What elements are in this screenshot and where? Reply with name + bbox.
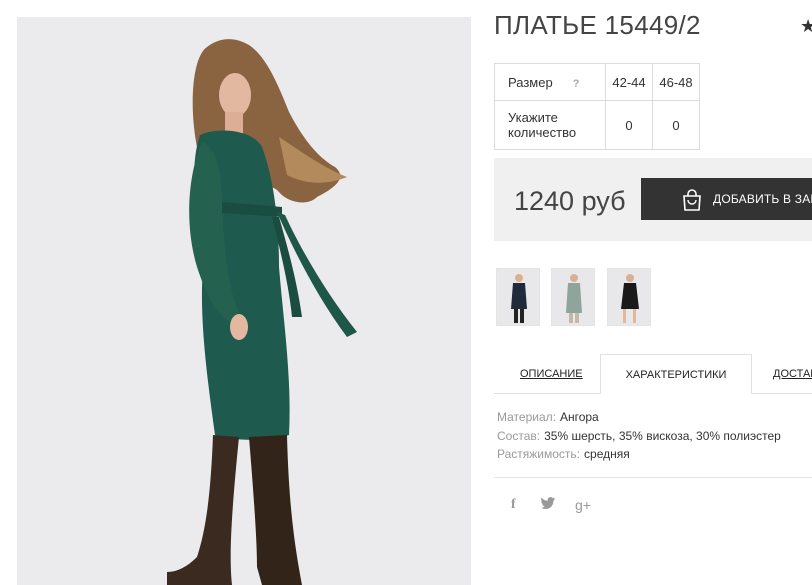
spec-row-material: Материал: Ангора	[497, 408, 781, 427]
size-label-cell: Размер?	[494, 63, 606, 101]
spec-row-stretch: Растяжимость: средняя	[497, 445, 781, 464]
quantity-input-46-48[interactable]: 0	[652, 100, 700, 150]
twitter-icon[interactable]	[541, 497, 555, 512]
product-price: 1240 руб	[514, 186, 626, 216]
facebook-icon[interactable]: f	[511, 497, 516, 513]
quantity-label: Укажите количество	[494, 100, 606, 150]
star-icon[interactable]: ★	[800, 16, 812, 37]
size-label: Размер	[508, 74, 553, 90]
spec-row-composition: Состав: 35% шерсть, 35% вискоза, 30% поли…	[497, 427, 781, 446]
spec-value: 35% шерсть, 35% вискоза, 30% полиэстер	[544, 428, 781, 443]
price-panel: 1240 руб ДОБАВИТЬ В ЗАКА	[494, 158, 812, 241]
add-to-cart-button[interactable]: ДОБАВИТЬ В ЗАКА	[641, 178, 812, 220]
size-quantity-table: Размер? 42-44 46-48 Укажите количество 0…	[494, 63, 700, 150]
model-in-dress-illustration	[167, 39, 357, 585]
spec-value: Ангора	[559, 410, 599, 424]
thumbnail-navy-dress[interactable]	[496, 268, 540, 326]
product-tabs: ОПИСАНИЕ ХАРАКТЕРИСТИКИ ДОСТАВ	[494, 354, 812, 394]
size-42-44: 42-44	[605, 63, 653, 101]
spec-key: Состав:	[497, 428, 541, 443]
size-help-icon[interactable]: ?	[573, 78, 580, 90]
tab-characteristics[interactable]: ХАРАКТЕРИСТИКИ	[600, 354, 752, 394]
add-to-cart-label: ДОБАВИТЬ В ЗАКА	[713, 192, 812, 206]
shopping-bag-icon	[680, 188, 704, 215]
spec-key: Растяжимость:	[497, 447, 581, 461]
product-specs: Материал: Ангора Состав: 35% шерсть, 35% в…	[497, 408, 781, 464]
product-main-photo[interactable]	[17, 17, 471, 585]
tab-delivery[interactable]: ДОСТАВ	[773, 354, 812, 393]
product-title: ПЛАТЬЕ 15449/2	[494, 10, 701, 40]
section-divider	[494, 477, 812, 478]
size-46-48: 46-48	[652, 63, 700, 101]
tab-description[interactable]: ОПИСАНИЕ	[520, 354, 583, 393]
quantity-input-42-44[interactable]: 0	[605, 100, 653, 150]
spec-value: средняя	[584, 447, 630, 461]
spec-key: Материал:	[497, 410, 556, 424]
thumbnail-mint-dress[interactable]	[551, 268, 595, 326]
thumbnail-black-dress[interactable]	[607, 268, 651, 326]
googleplus-icon[interactable]: g+	[575, 497, 591, 513]
